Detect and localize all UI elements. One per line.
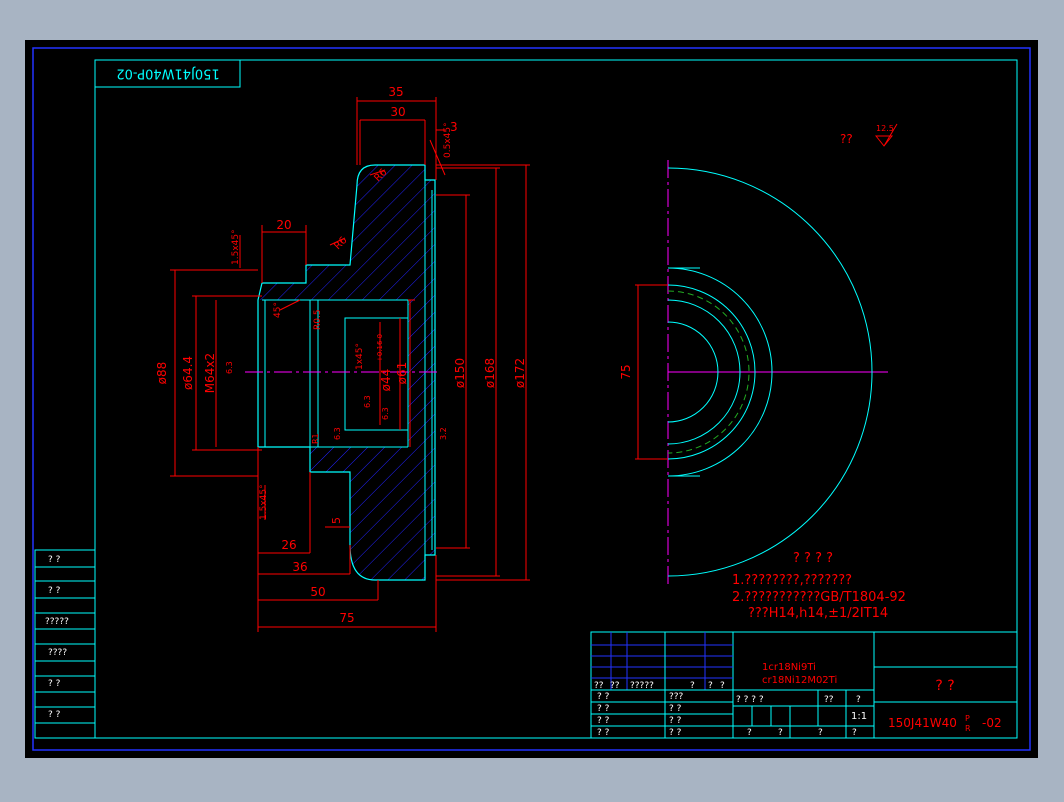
sign-cell: ? ? [669, 704, 682, 714]
dim-r05: R0.5 [313, 309, 323, 330]
thread-void [258, 300, 318, 447]
dim-d150: ø150 [453, 358, 467, 388]
dim-75-vertical: 75 [619, 364, 633, 379]
drawing-number-p: P [965, 714, 970, 723]
notes-line-3: ???H14,h14,±1/2IT14 [748, 606, 888, 621]
roughness-e: 3.2 [439, 427, 448, 440]
stage-header: ? [856, 695, 861, 705]
header-cell: ?? [610, 681, 620, 691]
notes-heading: ? ? ? ? [793, 551, 833, 566]
left-table-cell: ? ? [48, 555, 61, 565]
header-cell: ?? [594, 681, 604, 691]
dim-d168: ø168 [483, 358, 497, 388]
sign-cell: ??? [669, 692, 684, 702]
header-cell: ????? [630, 681, 654, 691]
dim-r1: R1 [311, 433, 320, 444]
sign-cell: ? ? [597, 716, 610, 726]
roughness-c: 6.3 [381, 407, 390, 420]
dim-angle-45: 45° [273, 302, 283, 318]
drawing-number: 150J41W40 [888, 716, 957, 730]
drawing-canvas [25, 40, 1038, 758]
material-1: 1cr18Ni9Ti [762, 662, 816, 673]
roughness-b: 6.3 [363, 395, 372, 408]
left-table-cell: ? ? [48, 710, 61, 720]
notes-line-1: 1.????????,??????? [732, 573, 852, 588]
dim-d172: ø172 [513, 358, 527, 388]
left-table-cell: ????? [45, 617, 69, 627]
dim-d88: ø88 [155, 362, 169, 385]
drawing-number-suffix: -02 [982, 716, 1002, 730]
left-table-cell: ? ? [48, 679, 61, 689]
dim-chamfer-05: 0.5x45° [443, 122, 453, 158]
top-drawing-number: 150J41W40P-02 [116, 66, 219, 81]
header-cell: ? [720, 681, 725, 691]
dim-26: 26 [281, 538, 296, 552]
header-cell: ? [690, 681, 695, 691]
roughness-d: 6.3 [333, 427, 342, 440]
dim-35: 35 [388, 85, 403, 99]
bottom-cell: ? [818, 728, 823, 738]
roughness-value: 12.5 [876, 124, 894, 133]
part-name: ? ? [935, 678, 954, 694]
header-cell: ? [708, 681, 713, 691]
sign-cell: ? ? [597, 704, 610, 714]
cad-viewport[interactable]: 150J41W40P-02 ? ? ? ? ????? ???? ? ? ? ? [0, 0, 1064, 798]
dim-m64: M64x2 [203, 353, 217, 393]
dim-d61: ø61 [395, 362, 409, 385]
dim-chamfer-15-bottom: 1.5x45° [259, 484, 269, 520]
dim-5: 5 [330, 517, 343, 524]
drawing-number-r: R [965, 724, 971, 733]
dim-36: 36 [292, 560, 307, 574]
left-table-cell: ???? [48, 648, 67, 658]
drawing-svg: 150J41W40P-02 ? ? ? ? ????? ???? ? ? ? ? [25, 40, 1038, 758]
dim-20: 20 [276, 218, 291, 232]
notes-line-2: 2.???????????GB/T1804-92 [732, 590, 906, 605]
left-table-cell: ? ? [48, 586, 61, 596]
scale-value: 1:1 [851, 711, 867, 722]
dim-d644: ø64.4 [181, 356, 195, 390]
dim-30: 30 [390, 105, 405, 119]
bottom-cell: ? [778, 728, 783, 738]
dim-d44: ø44 [379, 369, 393, 392]
dim-tolerance: +0.16 0 [376, 334, 384, 362]
bottom-cell: ? [747, 728, 752, 738]
roughness-a: 6.3 [225, 361, 234, 374]
roughness-label: ?? [840, 132, 853, 146]
dim-chamfer-1: 1x45° [355, 343, 365, 370]
dim-50: 50 [310, 585, 325, 599]
dim-75: 75 [339, 611, 354, 625]
bottom-cell: ? [852, 728, 857, 738]
dim-chamfer-15-top: 1.5x45° [231, 229, 241, 265]
sign-cell: ? ? [669, 728, 682, 738]
stage-header: ? ? ? ? [736, 695, 764, 705]
sign-cell: ? ? [669, 716, 682, 726]
material-2: cr18Ni12M02Ti [762, 675, 837, 686]
sign-cell: ? ? [597, 692, 610, 702]
sign-cell: ? ? [597, 728, 610, 738]
stage-header: ?? [824, 695, 834, 705]
